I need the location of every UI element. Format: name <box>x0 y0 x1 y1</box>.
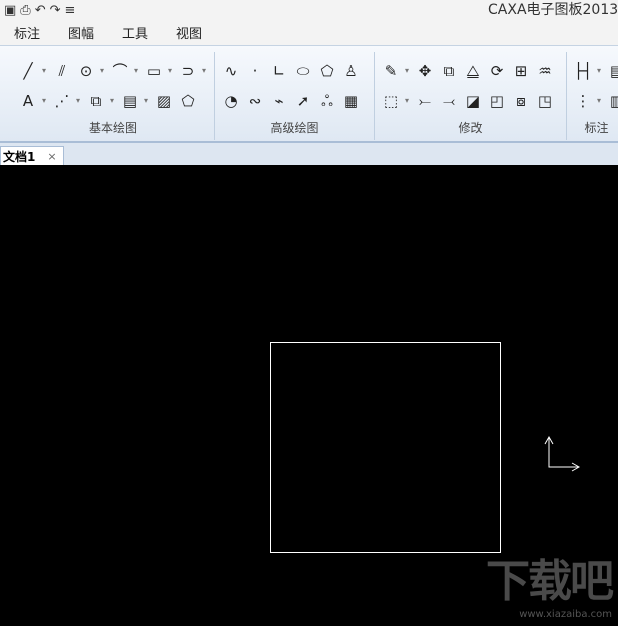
ucs-axis-icon <box>544 435 581 472</box>
menu-tools[interactable]: 工具 <box>122 23 148 42</box>
offset-icon[interactable]: ♒ <box>535 60 555 82</box>
table-icon[interactable]: ▤ <box>120 90 140 112</box>
close-tab-icon[interactable]: × <box>47 150 56 163</box>
ellipse-icon[interactable]: ⬭ <box>293 60 313 82</box>
dropdown-arrow-icon[interactable]: ▾ <box>42 60 48 82</box>
symbol-icon[interactable]: ▥ <box>607 90 618 112</box>
ribbon-row: ├┤ ▾ ▤ <box>573 60 618 82</box>
spline-icon[interactable]: ∿ <box>221 60 241 82</box>
document-tab-bar: 文档1 × <box>0 143 618 166</box>
coordinate-dimension-icon[interactable]: ▤ <box>607 60 618 82</box>
hole-icon[interactable]: ♙ <box>341 60 361 82</box>
text-icon[interactable]: A <box>18 90 38 112</box>
break-icon[interactable]: ⤙ <box>439 90 459 112</box>
menu-sheet[interactable]: 图幅 <box>68 23 94 42</box>
ribbon: ╱ ▾ ⫽ ⊙ ▾ ⌒ ▾ ▭ ▾ ⊃ ▾ A ▾ ⋰ ▾ ⧉ ▾ ▤ ▾ ▨ ⬠ 基本绘图 ∿ · ∟ ⬭ ⬠ ♙ ◔ ∾ ⌁ ➚ ஃ ▦ 高级绘… <box>0 45 618 143</box>
rotate-icon[interactable]: ⟳ <box>487 60 507 82</box>
ribbon-group-2: ✎ ▾ ✥ ⧉ ⧋ ⟳ ⊞ ♒ ⬚ ▾ ⤚ ⤙ ◪ ◰ ⧇ ◳ 修改 <box>375 52 567 140</box>
dropdown-arrow-icon[interactable]: ▾ <box>168 60 174 82</box>
hatch-icon[interactable]: ▨ <box>154 90 174 112</box>
dropdown-arrow-icon[interactable]: ▾ <box>144 90 150 112</box>
dropdown-arrow-icon[interactable]: ▾ <box>405 60 411 82</box>
quick-access-toolbar: ▣ ⎙ ↶ ↷ ≡ <box>0 3 75 18</box>
extend-icon[interactable]: ⤚ <box>415 90 435 112</box>
window-title: CAXA电子图板2013 <box>488 2 618 18</box>
array-icon[interactable]: ⊞ <box>511 60 531 82</box>
break-line-icon[interactable]: ⌁ <box>269 90 289 112</box>
block-icon[interactable]: ⧉ <box>86 90 106 112</box>
point-icon[interactable]: · <box>245 60 265 82</box>
centerline-icon[interactable]: ⋰ <box>52 90 72 112</box>
arrow-icon[interactable]: ➚ <box>293 90 313 112</box>
watermark-brand: 下载吧 <box>486 556 614 607</box>
dropdown-arrow-icon[interactable]: ▾ <box>405 90 411 112</box>
tab-label: 文档1 <box>3 150 36 164</box>
rectangle-icon[interactable]: ▭ <box>144 60 164 82</box>
polyline-icon[interactable]: ⊃ <box>178 60 198 82</box>
angle-line-icon[interactable]: ∟ <box>269 60 289 82</box>
stretch-icon[interactable]: ◪ <box>463 90 483 112</box>
drawing-canvas[interactable]: 下载吧 www.xiazaiba.com <box>0 165 618 626</box>
ribbon-row: ✎ ▾ ✥ ⧉ ⧋ ⟳ ⊞ ♒ <box>381 60 555 82</box>
dropdown-arrow-icon[interactable]: ▾ <box>134 60 140 82</box>
ribbon-group-label: 修改 <box>458 121 483 135</box>
copy-icon[interactable]: ⧉ <box>439 60 459 82</box>
dropdown-arrow-icon[interactable]: ▾ <box>42 90 48 112</box>
dropdown-arrow-icon[interactable]: ▾ <box>202 60 208 82</box>
tolerance-icon[interactable]: ⋮ <box>573 90 593 112</box>
watermark: 下载吧 www.xiazaiba.com <box>486 545 614 620</box>
menu-view[interactable]: 视图 <box>176 23 202 42</box>
ribbon-row: ⋮ ▾ ▥ <box>573 90 618 112</box>
customize-icon[interactable]: ≡ <box>65 3 76 18</box>
ribbon-group-label: 基本绘图 <box>88 121 137 135</box>
circle-arc-icon[interactable]: ◔ <box>221 90 241 112</box>
explode-icon[interactable]: ⧇ <box>511 90 531 112</box>
title-bar: ▣ ⎙ ↶ ↷ ≡ CAXA电子图板2013 <box>0 0 618 20</box>
ribbon-group-3: ├┤ ▾ ▤ ⋮ ▾ ▥ 标注 <box>567 52 618 140</box>
ribbon-group-label: 标注 <box>584 121 609 135</box>
fill-icon[interactable]: ⬠ <box>178 90 198 112</box>
ribbon-row: A ▾ ⋰ ▾ ⧉ ▾ ▤ ▾ ▨ ⬠ <box>18 90 198 112</box>
dropdown-arrow-icon[interactable]: ▾ <box>597 90 603 112</box>
drawn-rectangle[interactable] <box>270 342 501 553</box>
move-icon[interactable]: ✥ <box>415 60 435 82</box>
undo-icon[interactable]: ↶ <box>35 3 46 18</box>
arc-icon[interactable]: ⌒ <box>110 60 130 82</box>
dropdown-arrow-icon[interactable]: ▾ <box>110 90 116 112</box>
watermark-url: www.xiazaiba.com <box>519 609 612 620</box>
ribbon-row: ⬚ ▾ ⤚ ⤙ ◪ ◰ ⧇ ◳ <box>381 90 555 112</box>
ribbon-row: ∿ · ∟ ⬭ ⬠ ♙ <box>221 60 361 82</box>
scale-icon[interactable]: ◳ <box>535 90 555 112</box>
save-icon[interactable]: ▣ <box>4 3 16 18</box>
dimension-icon[interactable]: ├┤ <box>573 60 593 82</box>
shaft-icon[interactable]: ▦ <box>341 90 361 112</box>
cloud-icon[interactable]: ஃ <box>317 90 337 112</box>
trim-icon[interactable]: ⬚ <box>381 90 401 112</box>
print-icon[interactable]: ⎙ <box>20 3 30 18</box>
tab-document-1[interactable]: 文档1 × <box>0 146 64 166</box>
polygon-icon[interactable]: ⬠ <box>317 60 337 82</box>
dropdown-arrow-icon[interactable]: ▾ <box>597 60 603 82</box>
ribbon-group-1: ∿ · ∟ ⬭ ⬠ ♙ ◔ ∾ ⌁ ➚ ஃ ▦ 高级绘图 <box>215 52 375 140</box>
ribbon-group-0: ╱ ▾ ⫽ ⊙ ▾ ⌒ ▾ ▭ ▾ ⊃ ▾ A ▾ ⋰ ▾ ⧉ ▾ ▤ ▾ ▨ ⬠ 基本绘图 <box>12 52 215 140</box>
delete-icon[interactable]: ✎ <box>381 60 401 82</box>
line-icon[interactable]: ╱ <box>18 60 38 82</box>
ribbon-group-label: 高级绘图 <box>270 121 319 135</box>
mirror-icon[interactable]: ⧋ <box>463 60 483 82</box>
circle-icon[interactable]: ⊙ <box>76 60 96 82</box>
redo-icon[interactable]: ↷ <box>50 3 61 18</box>
dropdown-arrow-icon[interactable]: ▾ <box>100 60 106 82</box>
ribbon-row: ◔ ∾ ⌁ ➚ ஃ ▦ <box>221 90 361 112</box>
wave-line-icon[interactable]: ∾ <box>245 90 265 112</box>
ribbon-row: ╱ ▾ ⫽ ⊙ ▾ ⌒ ▾ ▭ ▾ ⊃ ▾ <box>18 60 208 82</box>
menu-bar: 标注 图幅 工具 视图 <box>0 20 618 45</box>
chamfer-icon[interactable]: ◰ <box>487 90 507 112</box>
dropdown-arrow-icon[interactable]: ▾ <box>76 90 82 112</box>
parallel-line-icon[interactable]: ⫽ <box>52 60 72 82</box>
menu-annotate[interactable]: 标注 <box>14 23 40 42</box>
